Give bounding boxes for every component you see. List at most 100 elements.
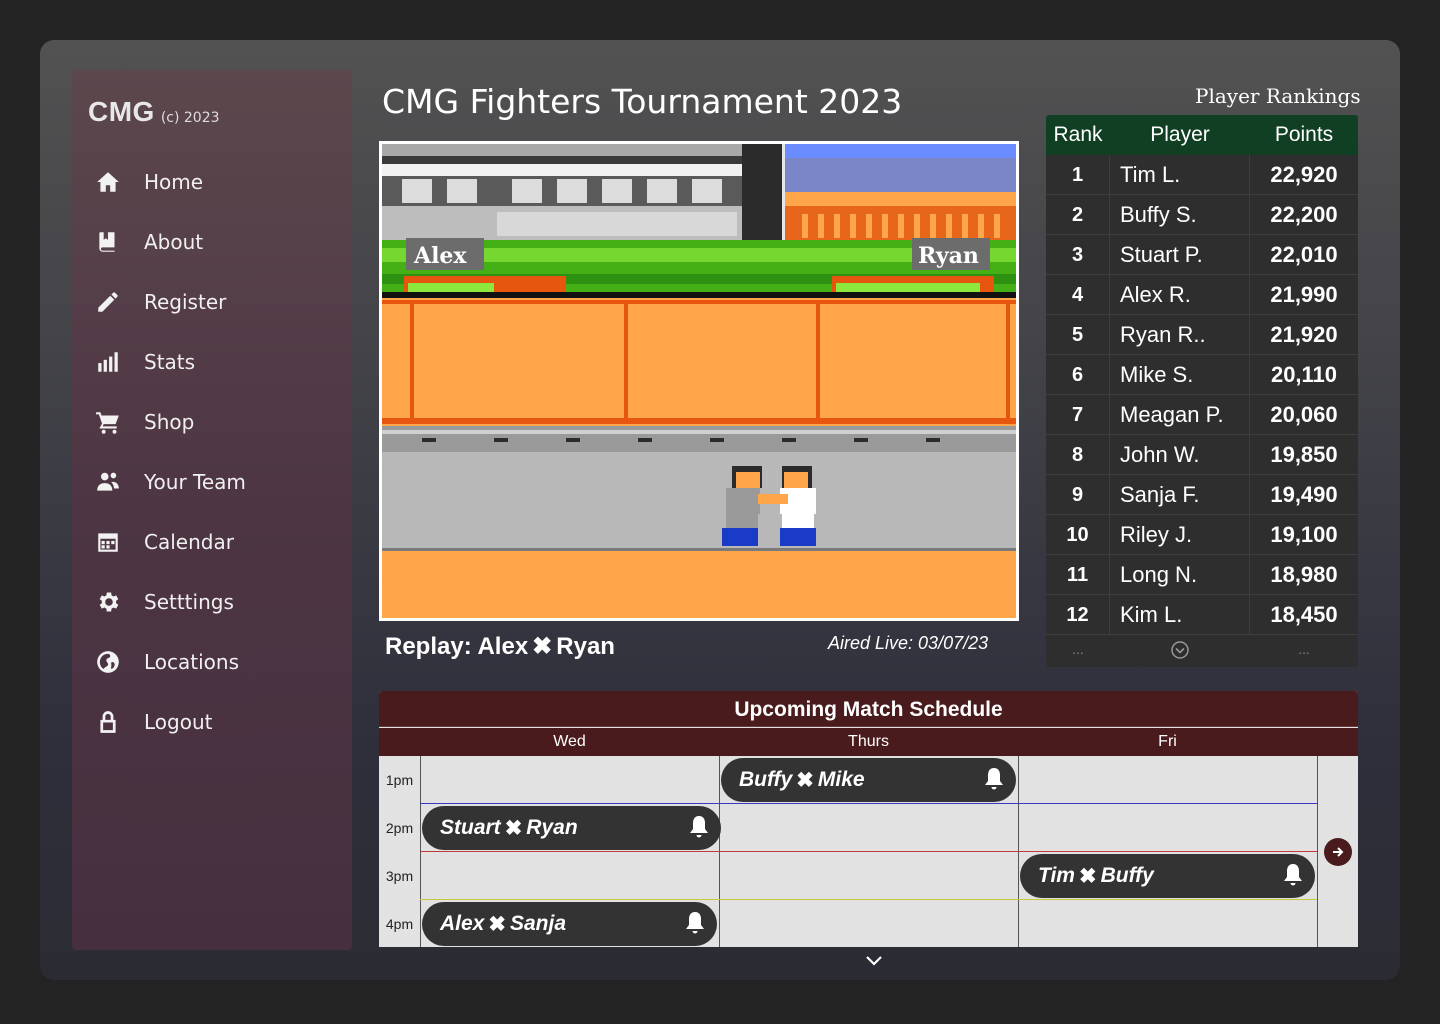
player-cell: Long N. (1110, 555, 1250, 594)
bell-icon[interactable] (683, 910, 707, 936)
nav-label: Shop (144, 410, 195, 434)
table-row[interactable]: 9 Sanja F. 19,490 (1046, 475, 1358, 515)
rank-cell: 2 (1046, 195, 1110, 234)
bell-icon[interactable] (1281, 862, 1305, 888)
points-cell: 19,490 (1270, 482, 1338, 507)
table-row[interactable]: 8 John W. 19,850 (1046, 435, 1358, 475)
rankings-footer: ... ... (1046, 635, 1358, 665)
versus-icon: ✖ (488, 912, 506, 936)
points-cell: 20,110 (1270, 362, 1338, 387)
points-cell: 18,450 (1270, 602, 1338, 627)
rank-cell: 11 (1046, 555, 1110, 594)
day-thurs: Thurs (848, 733, 889, 750)
nav-item-home[interactable]: Home (88, 152, 348, 212)
points-cell: 21,990 (1270, 282, 1338, 307)
player-cell: Riley J. (1110, 515, 1250, 554)
match-player-b: Sanja (509, 912, 566, 935)
nav-item-calendar[interactable]: Calendar (88, 512, 348, 572)
bell-icon[interactable] (982, 766, 1006, 792)
player-cell: Tim L. (1110, 155, 1250, 194)
app-window: CMG (c) 2023 Home About Register Stats S… (40, 40, 1400, 980)
player-cell: John W. (1110, 435, 1250, 474)
match-player-a: Buffy (739, 768, 793, 791)
versus-icon: ✖ (532, 633, 553, 660)
nav-menu: Home About Register Stats Shop Your Team (88, 152, 348, 752)
match-tim-buffy[interactable]: Tim ✖ Buffy (1020, 854, 1315, 898)
table-row[interactable]: 5 Ryan R.. 21,920 (1046, 315, 1358, 355)
rank-cell: 10 (1046, 515, 1110, 554)
day-fri: Fri (1158, 733, 1177, 750)
points-cell: 20,060 (1270, 402, 1338, 427)
rank-cell: 1 (1046, 155, 1110, 194)
match-stuart-ryan[interactable]: Stuart ✖ Ryan (422, 806, 721, 850)
bar-chart-icon (88, 348, 128, 376)
player-cell: Sanja F. (1110, 475, 1250, 514)
player-cell: Meagan P. (1110, 395, 1250, 434)
header-player: Player (1150, 123, 1210, 146)
schedule-next-button[interactable] (1324, 838, 1352, 866)
points-cell: 19,850 (1270, 442, 1338, 467)
rank-cell: 7 (1046, 395, 1110, 434)
nav-label: Your Team (144, 470, 246, 494)
nav-item-your-team[interactable]: Your Team (88, 452, 348, 512)
points-cell: 22,010 (1270, 242, 1338, 267)
schedule-scroll-down-button[interactable] (862, 952, 886, 970)
rank-cell: 9 (1046, 475, 1110, 514)
table-row[interactable]: 10 Riley J. 19,100 (1046, 515, 1358, 555)
replay-video-player[interactable]: Alex Ryan (379, 141, 1019, 621)
match-player-a: Stuart (440, 816, 501, 839)
schedule-grid: 1pm 2pm 3pm 4pm Buffy ✖ Mike Stuart ✖ Ryan T… (379, 756, 1358, 947)
match-alex-sanja[interactable]: Alex ✖ Sanja (422, 902, 717, 946)
globe-icon (88, 648, 128, 676)
footer-ellipsis: ... (1298, 643, 1310, 657)
schedule-day-header: Wed Thurs Fri (379, 728, 1358, 756)
match-schedule: Upcoming Match Schedule Wed Thurs Fri 1p… (379, 691, 1358, 947)
player-cell: Mike S. (1110, 355, 1250, 394)
replay-suffix: Ryan (556, 633, 615, 660)
page-title: CMG Fighters Tournament 2023 (382, 82, 903, 121)
table-row[interactable]: 2 Buffy S. 22,200 (1046, 195, 1358, 235)
nav-item-shop[interactable]: Shop (88, 392, 348, 452)
rank-cell: 6 (1046, 355, 1110, 394)
versus-icon: ✖ (504, 816, 523, 840)
nav-label: Logout (144, 710, 213, 734)
replay-prefix: Replay: Alex (385, 633, 529, 660)
arrow-right-icon (1333, 847, 1344, 857)
sidebar: CMG (c) 2023 Home About Register Stats S… (72, 70, 352, 950)
nav-item-locations[interactable]: Locations (88, 632, 348, 692)
player-cell: Stuart P. (1110, 235, 1250, 274)
match-buffy-mike[interactable]: Buffy ✖ Mike (721, 758, 1016, 802)
schedule-title: Upcoming Match Schedule (379, 691, 1358, 727)
nav-label: Setttings (144, 590, 234, 614)
home-icon (88, 168, 128, 196)
match-player-b: Buffy (1100, 864, 1154, 887)
versus-icon: ✖ (796, 768, 814, 792)
table-row[interactable]: 3 Stuart P. 22,010 (1046, 235, 1358, 275)
nav-label: Locations (144, 650, 240, 674)
table-row[interactable]: 12 Kim L. 18,450 (1046, 595, 1358, 635)
match-player-a: Tim (1038, 864, 1075, 887)
brand-copyright: (c) 2023 (160, 110, 220, 126)
expand-rankings-button[interactable] (1110, 640, 1250, 660)
nav-label: Home (144, 170, 204, 194)
nav-item-stats[interactable]: Stats (88, 332, 348, 392)
nav-item-about[interactable]: About (88, 212, 348, 272)
table-row[interactable]: 11 Long N. 18,980 (1046, 555, 1358, 595)
rankings-table: Rank Player Points 1 Tim L. 22,920 2 Buffy … (1046, 115, 1358, 667)
brand: CMG (c) 2023 (88, 96, 220, 128)
player2-label: Ryan (918, 243, 979, 269)
rank-cell: 4 (1046, 275, 1110, 314)
table-row[interactable]: 1 Tim L. 22,920 (1046, 155, 1358, 195)
header-rank: Rank (1053, 123, 1103, 146)
nav-item-register[interactable]: Register (88, 272, 348, 332)
points-cell: 21,920 (1270, 322, 1338, 347)
nav-item-settings[interactable]: Setttings (88, 572, 348, 632)
nav-item-logout[interactable]: Logout (88, 692, 348, 752)
points-cell: 18,980 (1270, 562, 1338, 587)
bell-icon[interactable] (687, 814, 711, 840)
table-row[interactable]: 7 Meagan P. 20,060 (1046, 395, 1358, 435)
table-row[interactable]: 6 Mike S. 20,110 (1046, 355, 1358, 395)
table-row[interactable]: 4 Alex R. 21,990 (1046, 275, 1358, 315)
aired-date: Aired Live: 03/07/23 (828, 633, 989, 653)
chevron-down-icon (866, 956, 882, 966)
